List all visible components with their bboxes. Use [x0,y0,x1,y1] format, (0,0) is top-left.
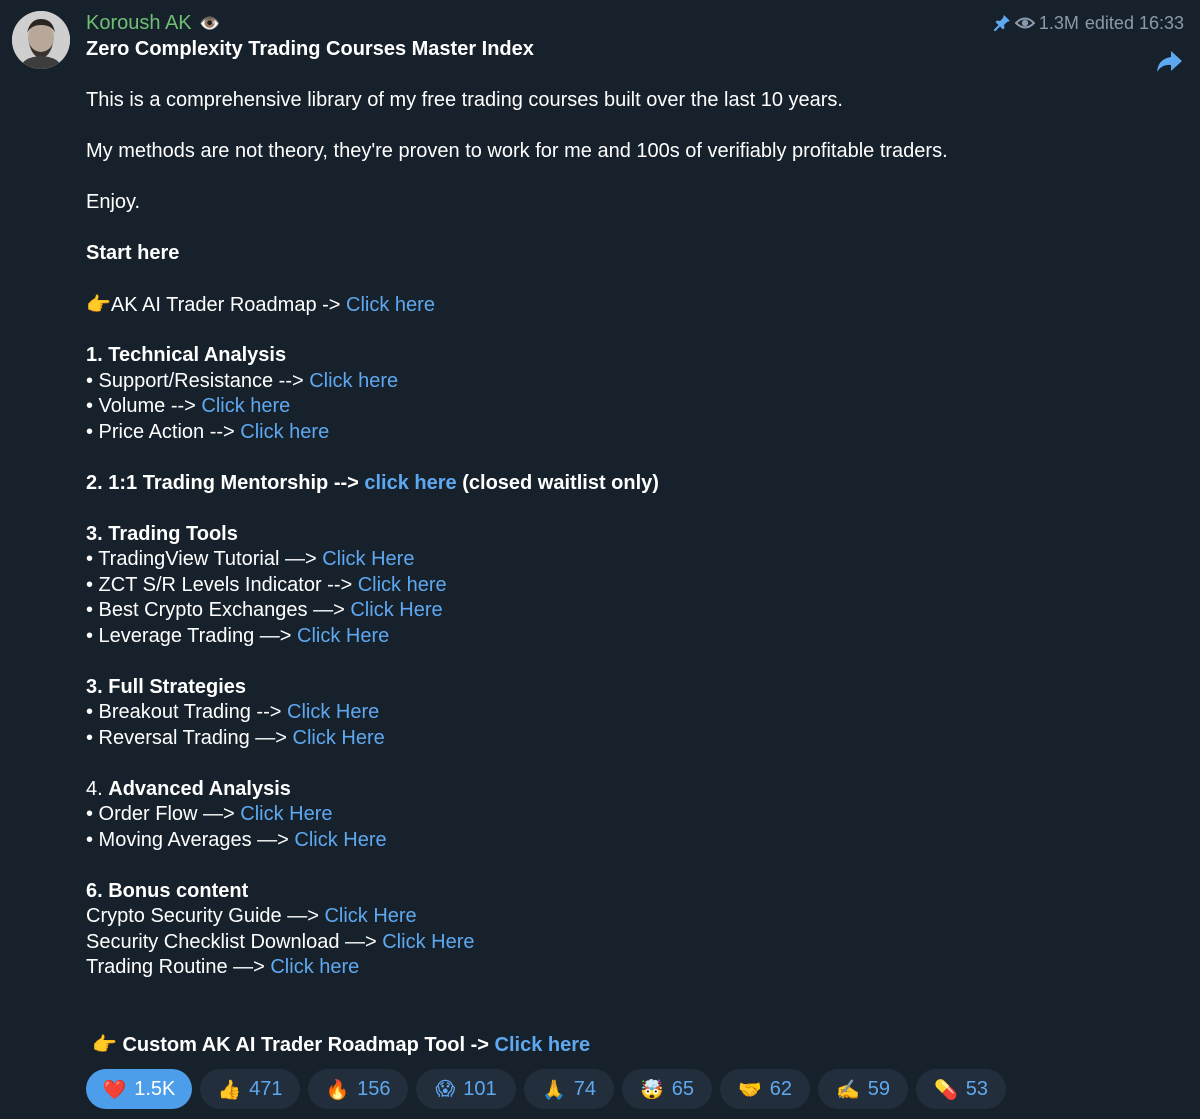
pray-emoji: 🙏 [542,1078,566,1101]
list-item: • Breakout Trading --> Click Here [86,701,380,723]
message-body: Zero Complexity Trading Courses Master I… [86,37,1146,1057]
list-item: Trading Routine —> Click here [86,956,360,978]
scream-emoji: 😱 [435,1078,456,1100]
reaction-fire[interactable]: 🔥 156 [308,1069,408,1109]
eye-icon [1014,17,1035,29]
breakout-trading-link[interactable]: Click Here [287,701,379,723]
enjoy-text: Enjoy. [86,191,141,213]
sender-name[interactable]: Koroush AK 👁️ [86,9,220,38]
trading-routine-link[interactable]: Click here [270,956,359,978]
roadmap-line: 👉AK AI Trader Roadmap -> Click here [86,292,435,316]
start-here-heading: Start here [86,242,180,264]
reaction-bar: ❤️ 1.5K 👍 471 🔥 156 😱 101 🙏 74 🤯 65 🤝 62 ✍️ 59 💊… [86,1069,1006,1109]
reaction-pray[interactable]: 🙏 74 [524,1069,614,1109]
edited-time: edited 16:33 [1084,13,1184,33]
list-item: • Reversal Trading —> Click Here [86,726,385,749]
section-heading: 3. Full Strategies [86,675,247,698]
writing-hand-emoji: ✍️ [836,1078,860,1101]
intro-text: This is a comprehensive library of my fr… [86,89,843,111]
crypto-exchanges-link[interactable]: Click Here [350,599,442,621]
reaction-thumbs-up[interactable]: 👍 471 [200,1069,300,1109]
forward-icon[interactable] [1154,48,1184,76]
mind-blown-emoji: 🤯 [640,1078,664,1101]
section-heading: 1. Technical Analysis [86,344,287,366]
leverage-trading-link[interactable]: Click Here [297,625,389,647]
message-title: Zero Complexity Trading Courses Master I… [86,38,534,60]
section-heading: 4. Advanced Analysis [86,777,291,800]
tradingview-link[interactable]: Click Here [322,548,414,570]
pill-emoji: 💊 [934,1078,958,1101]
reaction-pill[interactable]: 💊 53 [916,1069,1006,1109]
reaction-scream[interactable]: 😱 101 [416,1069,516,1109]
volume-link[interactable]: Click here [201,395,290,417]
heart-emoji: ❤️ [102,1078,127,1101]
pointing-hand-emoji: 👉 [86,292,111,316]
mentorship-line: 2. 1:1 Trading Mentorship --> click here… [86,471,659,494]
reaction-handshake[interactable]: 🤝 62 [720,1069,810,1109]
list-item: • Volume --> Click here [86,395,291,417]
claim-text: My methods are not theory, they're prove… [86,140,948,162]
roadmap-link[interactable]: Click here [346,294,435,316]
reaction-writing-hand[interactable]: ✍️ 59 [818,1069,908,1109]
eye-emoji: 👁️ [199,14,221,34]
reaction-mind-blown[interactable]: 🤯 65 [622,1069,712,1109]
zct-indicator-link[interactable]: Click here [358,574,447,596]
section-heading: 6. Bonus content [86,879,249,902]
list-item: Security Checklist Download —> Click Her… [86,930,475,953]
pin-icon [993,15,1010,31]
list-item: • Price Action --> Click here [86,420,330,443]
list-item: • ZCT S/R Levels Indicator --> Click her… [86,573,447,596]
fire-emoji: 🔥 [325,1078,350,1101]
message-meta: 1.3M edited 16:33 [993,11,1184,35]
list-item: • Support/Resistance --> Click here [86,369,399,392]
support-resistance-link[interactable]: Click here [309,370,398,392]
reaction-heart[interactable]: ❤️ 1.5K [86,1069,192,1109]
moving-averages-link[interactable]: Click Here [294,829,386,851]
mentorship-link[interactable]: click here [364,472,456,494]
security-guide-link[interactable]: Click Here [324,905,416,927]
security-checklist-link[interactable]: Click Here [382,931,474,953]
section-heading: 3. Trading Tools [86,522,238,545]
order-flow-link[interactable]: Click Here [240,803,332,825]
handshake-emoji: 🤝 [738,1078,762,1101]
price-action-link[interactable]: Click here [240,421,329,443]
avatar[interactable] [12,11,70,69]
roadmap-tool-link[interactable]: Click here [495,1034,591,1056]
pointing-hand-emoji: 👉 [92,1031,117,1056]
view-count: 1.3M [1038,13,1079,33]
list-item: • TradingView Tutorial —> Click Here [86,548,415,570]
reversal-trading-link[interactable]: Click Here [293,727,385,749]
thumbs-up-emoji: 👍 [217,1078,242,1101]
list-item: Crypto Security Guide —> Click Here [86,905,417,927]
list-item: • Moving Averages —> Click Here [86,828,387,851]
list-item: • Order Flow —> Click Here [86,803,333,825]
list-item: • Leverage Trading —> Click Here [86,624,390,647]
footer-line: 👉 Custom AK AI Trader Roadmap Tool -> Cl… [92,1031,591,1056]
list-item: • Best Crypto Exchanges —> Click Here [86,599,443,621]
